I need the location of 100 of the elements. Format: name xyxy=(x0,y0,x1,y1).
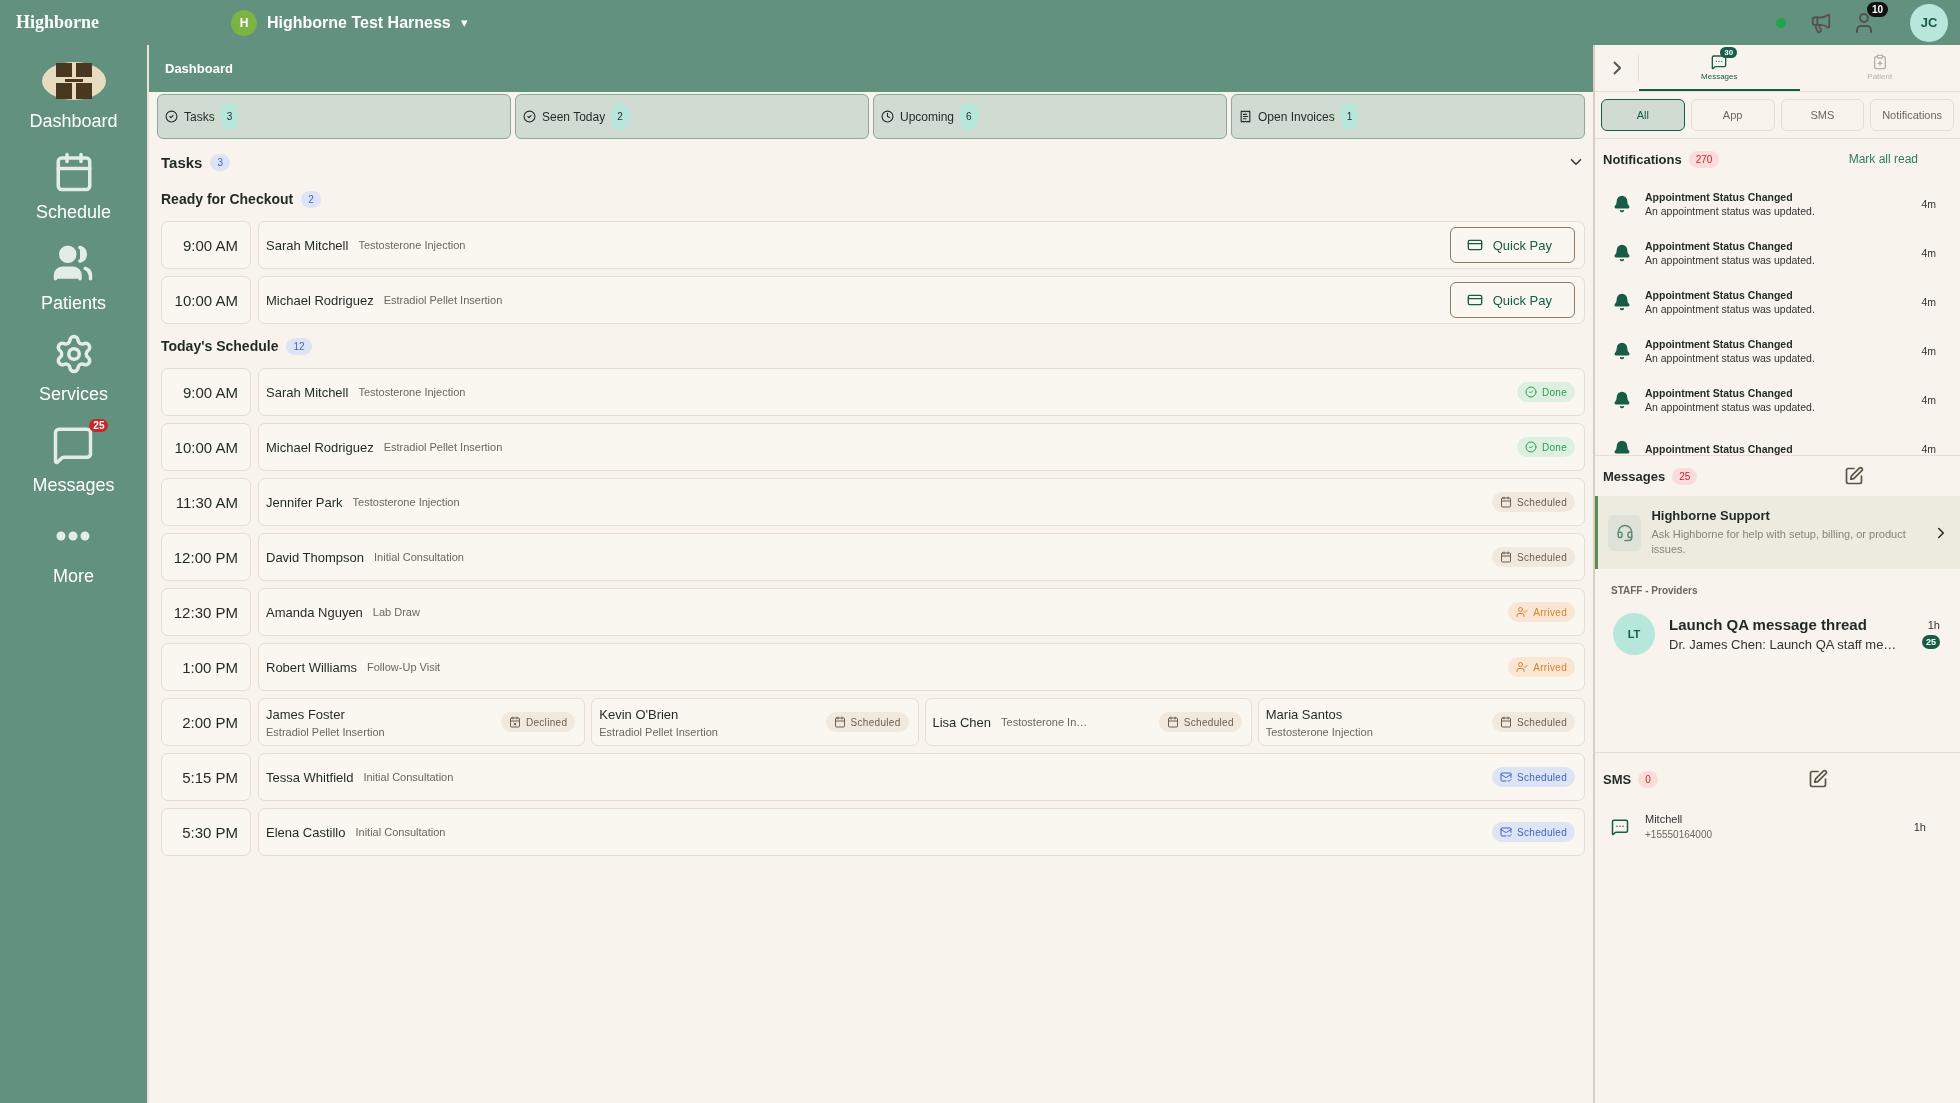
sms-item[interactable]: Mitchell +15550164000 1h xyxy=(1595,799,1960,840)
time-slot: 2:00 PM xyxy=(161,698,251,746)
appointment-card[interactable]: David Thompson Initial Consultation Scheduled xyxy=(258,533,1585,581)
nav-item[interactable]: Patients xyxy=(34,237,112,314)
caret-icon[interactable]: ▾ xyxy=(460,15,468,30)
service-name: Estradiol Pellet Insertion xyxy=(383,441,503,453)
appointment-card[interactable]: Michael Rodriguez Estradiol Pellet Insertion Done xyxy=(258,423,1585,471)
service-name: Estradiol Pellet Insertion xyxy=(599,725,718,738)
status-badge: Scheduled xyxy=(1492,492,1575,512)
appointment-card[interactable]: Amanda Nguyen Lab Draw Arrived xyxy=(258,588,1585,636)
support-row[interactable]: Highborne Support Ask Highborne for help with setup, billing, or product issues. xyxy=(1595,496,1960,569)
bell-icon xyxy=(1613,341,1631,360)
appointment-card[interactable]: Kevin O'Brien Estradiol Pellet Insertion Scheduled xyxy=(591,698,919,746)
count-badge: 10 xyxy=(1866,1,1888,17)
count-badge: 30 xyxy=(1720,46,1738,58)
nav-item[interactable]: Schedule xyxy=(29,146,118,223)
status-badge: Arrived xyxy=(1508,602,1575,622)
status-badge: Scheduled xyxy=(1492,712,1575,732)
summary-tab[interactable]: Open Invoices 1 xyxy=(1231,94,1585,139)
patient-name: Sarah Mitchell xyxy=(266,237,349,253)
thread-title: Launch QA message thread xyxy=(1669,616,1868,633)
notification-item[interactable]: Appointment Status Changed 4m xyxy=(1595,424,1960,455)
nav-item[interactable]: Services xyxy=(33,328,114,405)
compose-icon xyxy=(1808,769,1828,789)
time-slot: 11:30 AM xyxy=(161,478,251,526)
status-icon xyxy=(508,716,521,728)
notification-text: An appointment status was updated. xyxy=(1645,253,1816,266)
notification-time: 4m xyxy=(1921,246,1936,259)
message-thread[interactable]: LT Launch QA message thread Dr. James Chen: Launch QA staff me… 1h 25 xyxy=(1595,604,1960,664)
notification-item[interactable]: Appointment Status Changed An appointment status was updated. 4m xyxy=(1595,326,1960,375)
status-icon xyxy=(1524,386,1537,398)
patient-name: Michael Rodriguez xyxy=(266,292,374,308)
status-icon xyxy=(1166,716,1179,728)
notification-text: An appointment status was updated. xyxy=(1645,204,1816,217)
nav-item[interactable]: Dashboard xyxy=(23,55,124,132)
section-title: Messages xyxy=(1603,468,1666,484)
notification-time: 4m xyxy=(1921,344,1936,357)
quick-pay-button[interactable]: Quick Pay xyxy=(1449,227,1575,263)
time-slot: 1:00 PM xyxy=(161,643,251,691)
filter-chip[interactable]: App xyxy=(1690,99,1775,131)
appointment-card[interactable]: Maria Santos Testosterone Injection Scheduled xyxy=(1257,698,1585,746)
notification-item[interactable]: Appointment Status Changed An appointment status was updated. 4m xyxy=(1595,375,1960,424)
mark-all-read-link[interactable]: Mark all read xyxy=(1848,152,1918,166)
count-badge: 25 xyxy=(1672,467,1698,485)
status-badge: Scheduled xyxy=(825,712,909,732)
filter-chip[interactable]: Notifications xyxy=(1870,99,1954,131)
panel-tab[interactable]: 30 Messages xyxy=(1639,45,1800,91)
compose-button[interactable] xyxy=(1808,769,1828,789)
notification-item[interactable]: Appointment Status Changed An appointment status was updated. 4m xyxy=(1595,277,1960,326)
appointment-card[interactable]: Elena Castillo Initial Consultation Scheduled xyxy=(258,808,1585,856)
user-avatar[interactable]: JC xyxy=(1910,3,1948,42)
notification-item[interactable]: Appointment Status Changed An appointment status was updated. 4m xyxy=(1595,228,1960,277)
bell-icon xyxy=(1613,292,1631,311)
count-badge: 0 xyxy=(1638,770,1658,788)
filter-chip[interactable]: All xyxy=(1601,99,1685,131)
appointment-card[interactable]: Jennifer Park Testosterone Injection Scheduled xyxy=(258,478,1585,526)
nav-item[interactable]: More xyxy=(47,510,100,587)
appointment-card[interactable]: Robert Williams Follow-Up Visit Arrived xyxy=(258,643,1585,691)
notification-title: Appointment Status Changed xyxy=(1645,190,1794,203)
notification-time: 4m xyxy=(1921,442,1936,455)
status-icon xyxy=(1500,716,1513,728)
time-slot: 12:30 PM xyxy=(161,588,251,636)
count-badge: 3 xyxy=(220,103,239,130)
filter-chip[interactable]: SMS xyxy=(1780,99,1865,131)
notification-text: An appointment status was updated. xyxy=(1645,302,1816,315)
count-badge: 2 xyxy=(611,103,629,130)
summary-tab[interactable]: Seen Today 2 xyxy=(515,94,869,139)
quick-pay-button[interactable]: Quick Pay xyxy=(1449,282,1575,318)
thread-avatar: LT xyxy=(1613,613,1655,655)
notification-item[interactable]: Appointment Status Changed An appointment status was updated. 4m xyxy=(1595,179,1960,228)
dots-icon xyxy=(56,531,91,541)
notification-time: 4m xyxy=(1921,393,1936,406)
chevron-right-icon xyxy=(1612,61,1621,75)
service-name: Follow-Up Visit xyxy=(367,661,441,673)
compose-button[interactable] xyxy=(1844,466,1864,486)
count-badge: 2 xyxy=(301,190,321,208)
appointment-card[interactable]: Michael Rodriguez Estradiol Pellet Insertion Quick Pay xyxy=(258,276,1585,324)
summary-tab[interactable]: Tasks 3 xyxy=(157,94,511,139)
time-slot: 10:00 AM xyxy=(161,423,251,471)
bell-icon xyxy=(1613,390,1631,409)
status-badge: Scheduled xyxy=(1492,767,1575,787)
appointment-card[interactable]: Lisa Chen Testosterone In… Scheduled xyxy=(924,698,1252,746)
service-name: Estradiol Pellet Insertion xyxy=(383,294,503,306)
summary-tab[interactable]: Upcoming 6 xyxy=(873,94,1227,139)
count-badge: 12 xyxy=(286,337,312,355)
nav-item[interactable]: 25 Messages xyxy=(26,419,121,496)
service-name: Testosterone Injection xyxy=(358,386,466,398)
appointment-card[interactable]: Sarah Mitchell Testosterone Injection Quick Pay xyxy=(258,221,1585,269)
count-badge: 3 xyxy=(210,153,230,171)
appointment-card[interactable]: Sarah Mitchell Testosterone Injection Done xyxy=(258,368,1585,416)
appointment-card[interactable]: James Foster Estradiol Pellet Insertion Declined xyxy=(258,698,586,746)
support-text: Ask Highborne for help with setup, billing, or product issues. xyxy=(1651,526,1907,557)
org-name[interactable]: Highborne Test Harness xyxy=(267,13,451,32)
service-name: Lab Draw xyxy=(372,606,420,618)
sms-time: 1h xyxy=(1913,820,1926,833)
clock-icon xyxy=(881,110,894,123)
notification-title: Appointment Status Changed xyxy=(1645,337,1794,350)
status-icon xyxy=(833,716,846,728)
card-icon xyxy=(1466,292,1483,308)
appointment-card[interactable]: Tessa Whitfield Initial Consultation Scheduled xyxy=(258,753,1585,801)
